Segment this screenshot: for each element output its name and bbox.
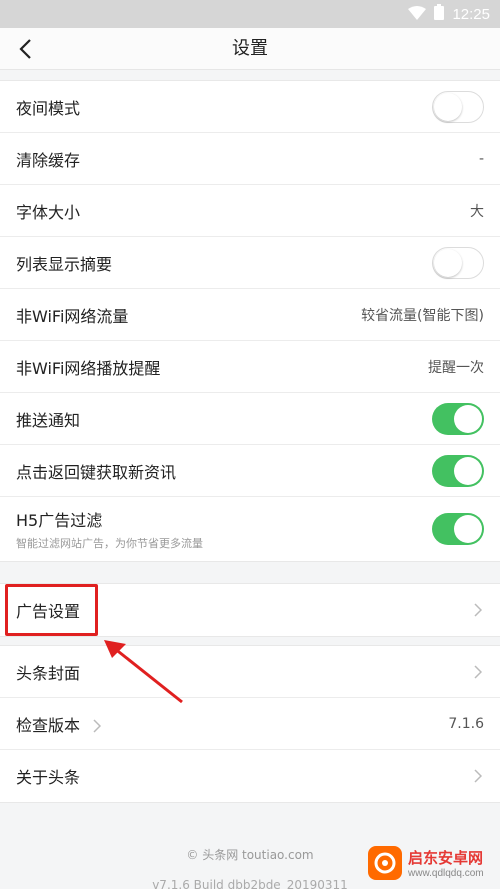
setting-label: 夜间模式 — [16, 98, 81, 118]
setting-label: 推送通知 — [16, 410, 81, 430]
setting-label: 非WiFi网络播放提醒 — [16, 358, 161, 378]
setting-about-toutiao[interactable]: 关于头条 — [0, 750, 500, 802]
setting-font-size[interactable]: 字体大小 大 — [0, 185, 500, 237]
setting-value: - — [478, 150, 484, 167]
watermark-name: 启东安卓网 — [408, 849, 484, 867]
setting-list-summary[interactable]: 列表显示摘要 — [0, 237, 500, 289]
battery-icon — [434, 4, 445, 24]
setting-value: 大 — [470, 203, 484, 220]
watermark-logo-icon — [368, 846, 402, 880]
setting-value: 提醒一次 — [428, 359, 484, 376]
list-summary-toggle[interactable] — [432, 246, 484, 279]
version-value: 7.1.6 — [448, 715, 484, 732]
setting-h5-ad-filter[interactable]: H5广告过滤 智能过滤网站广告，为你节省更多流量 — [0, 497, 500, 561]
setting-label: 头条封面 — [16, 663, 81, 683]
chevron-right-icon — [472, 602, 484, 618]
setting-label: H5广告过滤 — [16, 511, 103, 530]
setting-clear-cache[interactable]: 清除缓存 - — [0, 133, 500, 185]
settings-group: 夜间模式 清除缓存 - 字体大小 大 列表显示摘要 非WiFi网络流量 较省流量… — [0, 80, 500, 562]
setting-back-refresh[interactable]: 点击返回键获取新资讯 — [0, 445, 500, 497]
night-mode-toggle[interactable] — [432, 90, 484, 123]
page-title: 设置 — [232, 38, 268, 59]
setting-label: 列表显示摘要 — [16, 254, 113, 274]
setting-label: 关于头条 — [16, 768, 81, 787]
setting-label: 清除缓存 — [16, 150, 81, 170]
wifi-icon — [408, 5, 427, 24]
status-bar: 12:25 — [0, 0, 500, 28]
setting-value: 较省流量(智能下图) — [361, 307, 484, 324]
setting-toutiao-cover[interactable]: 头条封面 — [0, 646, 500, 698]
push-notification-toggle[interactable] — [432, 402, 484, 435]
nav-bar: 设置 — [0, 28, 500, 70]
annotation-arrow-icon — [104, 640, 183, 704]
back-refresh-toggle[interactable] — [432, 454, 484, 487]
highlight-box — [5, 584, 98, 636]
chevron-right-icon — [93, 719, 102, 733]
setting-sublabel: 智能过滤网站广告，为你节省更多流量 — [16, 537, 203, 550]
watermark-url: www.qdlqdq.com — [408, 868, 484, 879]
setting-push-notification[interactable]: 推送通知 — [0, 393, 500, 445]
setting-non-wifi-play-alert[interactable]: 非WiFi网络播放提醒 提醒一次 — [0, 341, 500, 393]
setting-label: 字体大小 — [16, 202, 81, 222]
setting-label: 检查版本 — [16, 715, 81, 735]
setting-non-wifi-traffic[interactable]: 非WiFi网络流量 较省流量(智能下图) — [0, 289, 500, 341]
setting-label: 点击返回键获取新资讯 — [16, 462, 177, 482]
setting-night-mode[interactable]: 夜间模式 — [0, 81, 500, 133]
setting-label: 非WiFi网络流量 — [16, 306, 129, 326]
about-group: 头条封面 检查版本 7.1.6 关于头条 — [0, 645, 500, 803]
status-time: 12:25 — [452, 5, 490, 23]
chevron-right-icon — [472, 768, 484, 784]
watermark: 启东安卓网 www.qdlqdq.com — [368, 843, 494, 883]
h5-ad-filter-toggle[interactable] — [432, 513, 484, 545]
chevron-right-icon — [472, 664, 484, 680]
setting-check-version[interactable]: 检查版本 7.1.6 — [0, 698, 500, 750]
